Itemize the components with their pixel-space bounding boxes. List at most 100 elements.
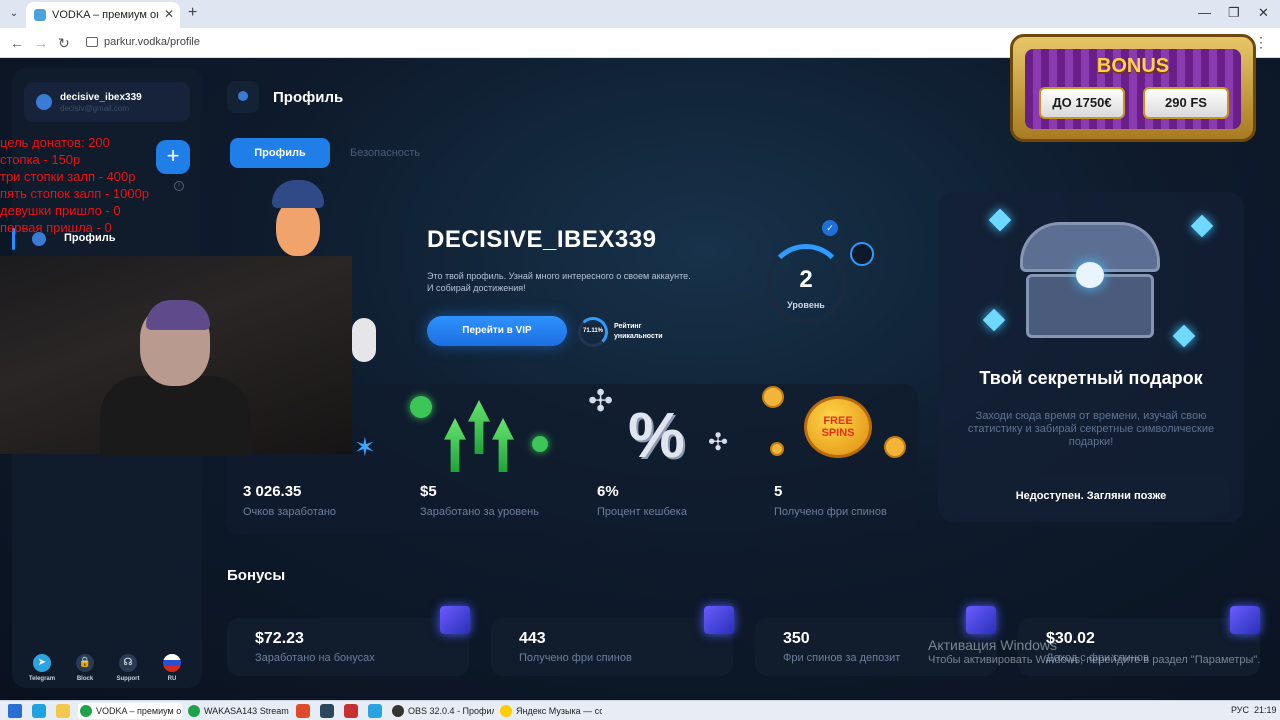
taskbar-item-browser[interactable]: VODKA – премиум о... <box>78 703 182 719</box>
telegram-link[interactable]: ➤ Telegram <box>22 654 62 682</box>
bonus-banner-title: BONUS <box>1096 55 1170 77</box>
stat-value: 5 <box>774 483 783 500</box>
stat-label: Заработано за уровень <box>420 506 539 518</box>
headset-icon: ☊ <box>119 654 137 672</box>
lock-icon: 🔒 <box>76 654 94 672</box>
url-field[interactable]: parkur.vodka/profile <box>104 36 200 48</box>
taskbar-item-label: WAKASA143 Stream -... <box>204 706 290 716</box>
user-email: decisiv@gmail.com <box>60 104 130 113</box>
secret-gift-card: Твой секретный подарок Заходи сюда время… <box>938 192 1244 522</box>
webcam-overlay <box>0 256 352 456</box>
tab-profile[interactable]: Профиль <box>230 138 330 168</box>
bonus-card: $72.23 Заработано на бонусах <box>227 618 469 676</box>
stat-cashback: 6% Процент кешбека <box>597 483 767 518</box>
user-chip[interactable]: decisive_ibex339 decisiv@gmail.com <box>24 82 190 122</box>
steam-icon[interactable] <box>320 704 334 718</box>
sparkle-icon: ✣ <box>588 385 614 418</box>
overlay-line: девушки пришло - 0 <box>0 203 121 218</box>
tab-security[interactable]: Безопасность <box>350 147 420 159</box>
overlay-line: три стопки залп - 400р <box>0 169 136 184</box>
page-title: Профиль <box>273 89 344 106</box>
windows-taskbar: VODKA – премиум о... WAKASA143 Stream -.… <box>0 700 1280 720</box>
vip-button[interactable]: Перейти в VIP <box>427 316 567 346</box>
bonus-label: Фри спинов за депозит <box>783 652 901 664</box>
uniqueness-label: Рейтинг уникальности <box>614 323 663 340</box>
taskbar-item-label: Яндекс Музыка — со... <box>516 706 602 716</box>
edge-icon[interactable] <box>32 704 46 718</box>
profile-page: decisive_ibex339 decisiv@gmail.com + i П… <box>0 58 1280 700</box>
back-icon[interactable]: ← <box>10 35 24 51</box>
free-spins-icon: FREE SPINS <box>804 396 872 458</box>
language-indicator[interactable]: РУС <box>1231 705 1249 715</box>
gift-box-icon <box>1230 606 1260 634</box>
windows-activation-title: Активация Windows <box>928 637 1058 653</box>
telegram-icon: ➤ <box>33 654 51 672</box>
user-avatar-icon <box>36 94 52 110</box>
taskbar-item-label: OBS 32.0.4 - Профиль... <box>408 706 494 716</box>
stat-level-earnings: $5 Заработано за уровень <box>420 483 590 518</box>
app-icon[interactable] <box>344 704 358 718</box>
restore-icon[interactable]: ❐ <box>1228 5 1240 21</box>
user-name: decisive_ibex339 <box>60 92 142 103</box>
overlay-line: стопка - 150р <box>0 152 81 167</box>
windows-start-icon[interactable] <box>8 704 22 718</box>
gift-box-icon <box>966 606 996 634</box>
taskbar-item-obs[interactable]: OBS 32.0.4 - Профиль... <box>390 703 494 719</box>
level-rank-icon <box>850 242 874 266</box>
browser-tab[interactable]: VODKA – премиум онлайн-ка ✕ <box>26 2 180 28</box>
block-link[interactable]: 🔒 Block <box>65 654 105 682</box>
block-label: Block <box>76 676 94 682</box>
profile-header-icon <box>227 81 259 113</box>
bonus-label: Заработано на бонусах <box>255 652 375 664</box>
forward-icon[interactable]: → <box>34 35 48 51</box>
webcam-person-body <box>100 376 250 456</box>
overlay-line: пять стопок залп - 1000р <box>0 186 150 201</box>
diamond-icon <box>982 308 1006 332</box>
browser-menu-icon[interactable]: ⋮ <box>1254 34 1268 51</box>
bonus-card: 443 Получено фри спинов <box>491 618 733 676</box>
profile-username: DECISIVE_IBEX339 <box>427 226 657 253</box>
bonus-banner-panel: BONUS ДО 1750€ 290 FS <box>1025 49 1241 129</box>
clock[interactable]: 21:19 <box>1254 705 1277 715</box>
percent-icon: % <box>628 399 685 471</box>
gift-title: Твой секретный подарок <box>979 368 1203 388</box>
diamond-icon <box>1172 324 1196 348</box>
gift-box-icon <box>704 606 734 634</box>
bonus-value: 443 <box>519 630 546 647</box>
bonus-value: $72.23 <box>255 630 304 647</box>
support-link[interactable]: ☊ Support <box>108 654 148 682</box>
reload-icon[interactable]: ↻ <box>58 35 70 52</box>
profile-description: Это твой профиль. Узнай много интересног… <box>427 271 691 293</box>
overlay-line: цель донатов: 200 <box>0 135 110 150</box>
language-switch[interactable]: RU <box>152 654 192 682</box>
mascot-image <box>268 180 326 256</box>
app-icon[interactable] <box>296 704 310 718</box>
new-tab-button[interactable]: + <box>188 4 197 22</box>
stat-value: $5 <box>420 483 437 500</box>
coin-icon <box>770 442 784 456</box>
coin-icon <box>762 386 784 408</box>
gift-unavailable-button[interactable]: Недоступен. Загляни позже <box>952 476 1230 516</box>
taskbar-item-music[interactable]: Яндекс Музыка — со... <box>498 703 602 719</box>
level-label: Уровень <box>787 300 825 310</box>
minimize-icon[interactable]: — <box>1198 5 1211 20</box>
taskbar-item-label: VODKA – премиум о... <box>96 706 182 716</box>
tab-list-menu-icon[interactable]: ⌄ <box>6 6 22 22</box>
bonus-banner-free-spins: 290 FS <box>1143 87 1229 119</box>
tab-close-icon[interactable]: ✕ <box>164 7 174 21</box>
browser-tab-bar: ⌄ VODKA – премиум онлайн-ка ✕ + — ❐ ✕ <box>0 0 1280 28</box>
diamond-icon <box>988 208 1012 232</box>
window-close-icon[interactable]: ✕ <box>1258 5 1269 21</box>
webcam-person-cap <box>146 300 210 330</box>
site-info-icon[interactable] <box>86 37 98 47</box>
stat-points: 3 026.35 Очков заработано <box>243 483 413 518</box>
bonuses-title: Бонусы <box>227 567 286 584</box>
explorer-icon[interactable] <box>56 704 70 718</box>
taskbar-item-stream[interactable]: WAKASA143 Stream -... <box>186 703 290 719</box>
telegram-taskbar-icon[interactable] <box>368 704 382 718</box>
language-label: RU <box>167 676 177 682</box>
coin-icon <box>884 436 906 458</box>
clover-icon <box>532 436 548 452</box>
stat-label: Процент кешбека <box>597 506 687 518</box>
windows-activation-subtitle: Чтобы активировать Windows, перейдите в … <box>928 654 1261 666</box>
